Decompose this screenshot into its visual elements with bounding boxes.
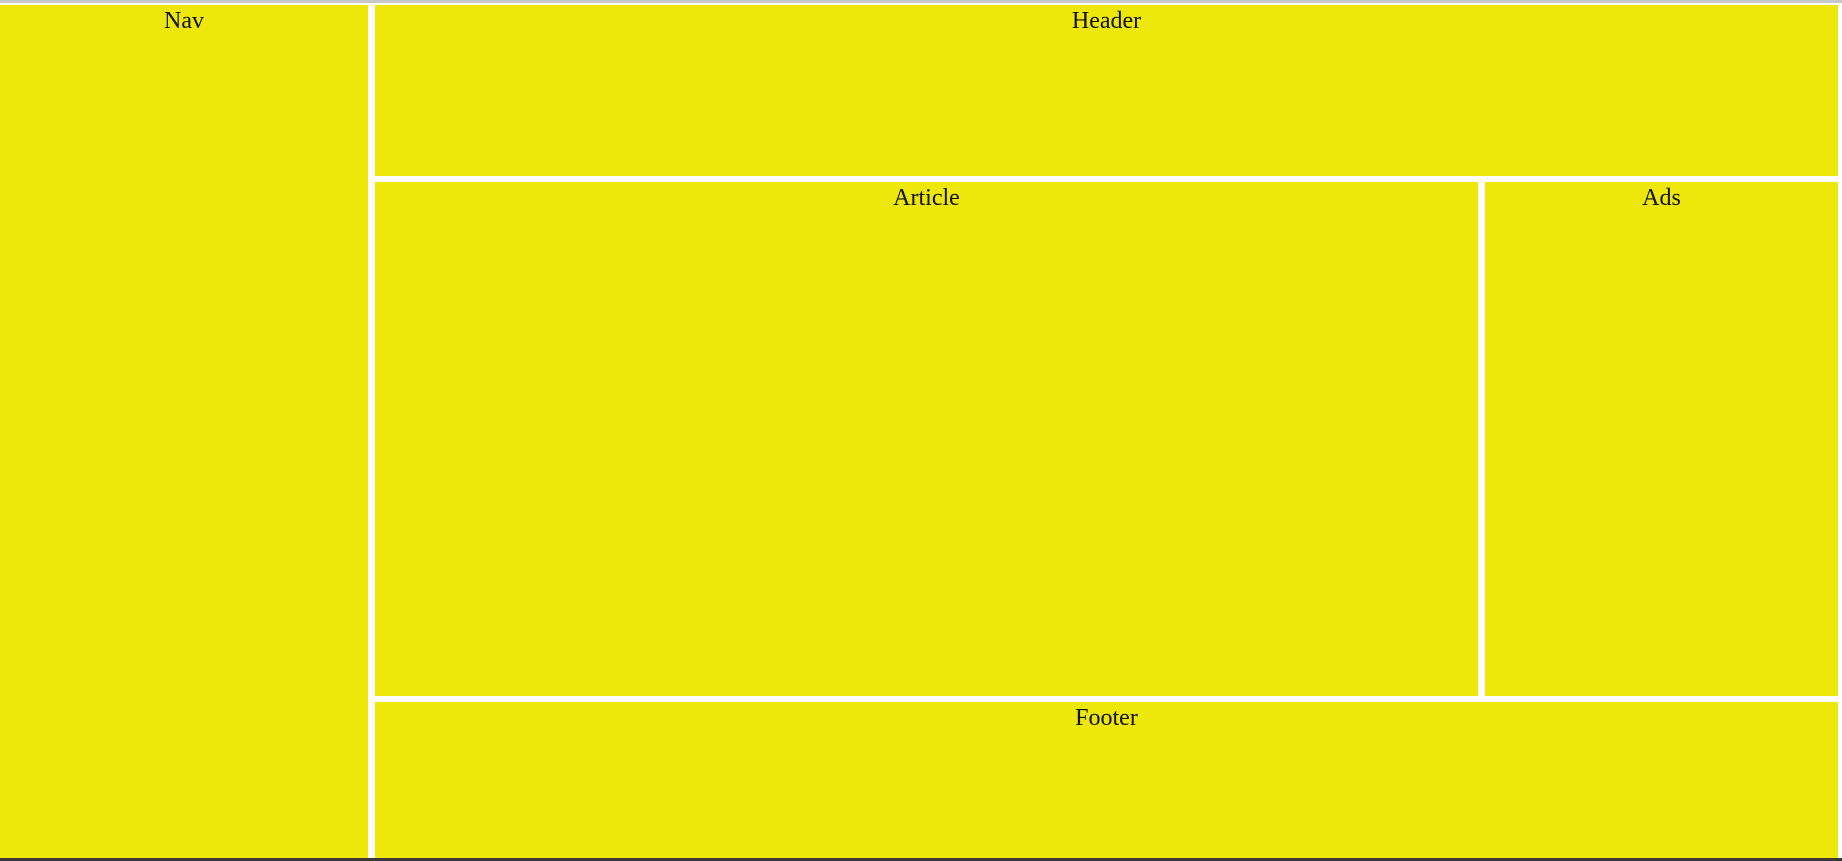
header-label: Header	[1071, 8, 1142, 34]
ads-label: Ads	[1642, 185, 1681, 211]
article-panel: Article	[375, 182, 1478, 696]
footer-label: Footer	[1075, 705, 1138, 731]
ads-panel: Ads	[1485, 182, 1838, 696]
top-border	[0, 0, 1842, 3]
layout-grid: Nav Header Article Ads Footer	[0, 5, 1838, 858]
header-panel: Header	[375, 5, 1838, 176]
nav-label: Nav	[164, 8, 204, 34]
footer-panel: Footer	[375, 702, 1838, 858]
nav-panel: Nav	[0, 5, 368, 858]
article-label: Article	[893, 185, 960, 211]
page: Nav Header Article Ads Footer	[0, 0, 1842, 861]
